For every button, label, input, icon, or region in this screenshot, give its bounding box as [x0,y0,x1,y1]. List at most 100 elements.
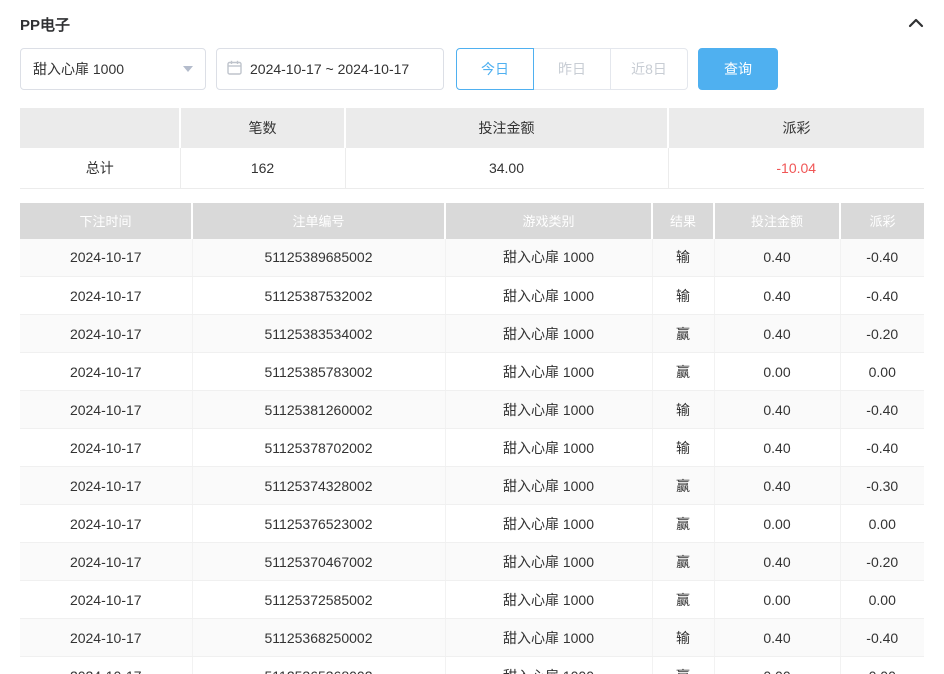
records-header-cell: 下注时间 [20,203,192,239]
ticket-number-cell: 51125381260002 [192,391,445,429]
records-header-cell: 派彩 [840,203,924,239]
page-title: PP电子 [20,14,70,35]
summary-header-cell: 笔数 [180,108,345,148]
table-row: 2024-10-1751125385783002甜入心扉 1000赢0.000.… [20,353,924,391]
ticket-number-cell: 51125376523002 [192,505,445,543]
bet-time-cell: 2024-10-17 [20,581,192,619]
summary-bet-amount: 34.00 [345,148,668,188]
ticket-number-cell: 51125378702002 [192,429,445,467]
payout-cell: 0.00 [840,581,924,619]
bet-amount-cell: 0.40 [714,429,840,467]
filter-bar: 甜入心扉 1000 2024-10-17 ~ 2024-10-17 今日昨日近8… [20,48,924,90]
result-cell: 赢 [652,505,714,543]
quick-filter-today[interactable]: 今日 [456,48,534,90]
payout-cell: 0.00 [840,505,924,543]
calendar-icon [227,60,250,78]
summary-total-row: 总计 162 34.00 -10.04 [20,148,924,188]
game-category-cell: 甜入心扉 1000 [445,429,652,467]
payout-cell: -0.40 [840,239,924,277]
payout-cell: -0.40 [840,429,924,467]
game-select[interactable]: 甜入心扉 1000 [20,48,206,90]
game-category-cell: 甜入心扉 1000 [445,239,652,277]
game-category-cell: 甜入心扉 1000 [445,315,652,353]
records-table: 下注时间注单编号游戏类别结果投注金额派彩 2024-10-17511253896… [20,203,924,674]
ticket-number-cell: 51125370467002 [192,543,445,581]
game-category-cell: 甜入心扉 1000 [445,353,652,391]
table-row: 2024-10-1751125368250002甜入心扉 1000输0.40-0… [20,619,924,657]
game-category-cell: 甜入心扉 1000 [445,505,652,543]
result-cell: 赢 [652,353,714,391]
bet-time-cell: 2024-10-17 [20,543,192,581]
payout-cell: -0.40 [840,391,924,429]
ticket-number-cell: 51125365368002 [192,657,445,674]
bet-time-cell: 2024-10-17 [20,657,192,674]
bet-time-cell: 2024-10-17 [20,429,192,467]
result-cell: 输 [652,277,714,315]
game-category-cell: 甜入心扉 1000 [445,657,652,674]
ticket-number-cell: 51125374328002 [192,467,445,505]
bet-time-cell: 2024-10-17 [20,619,192,657]
records-header-cell: 游戏类别 [445,203,652,239]
bet-amount-cell: 0.00 [714,581,840,619]
result-cell: 赢 [652,315,714,353]
table-row: 2024-10-1751125387532002甜入心扉 1000输0.40-0… [20,277,924,315]
records-header-cell: 结果 [652,203,714,239]
chevron-down-icon [183,66,193,72]
result-cell: 赢 [652,467,714,505]
game-category-cell: 甜入心扉 1000 [445,277,652,315]
summary-count: 162 [180,148,345,188]
bet-amount-cell: 0.40 [714,467,840,505]
ticket-number-cell: 51125368250002 [192,619,445,657]
bet-records-panel: PP电子 甜入心扉 1000 2024-10-17 ~ 2 [0,0,944,674]
records-header-row: 下注时间注单编号游戏类别结果投注金额派彩 [20,203,924,239]
bet-amount-cell: 0.00 [714,657,840,674]
bet-amount-cell: 0.40 [714,315,840,353]
quick-filter-yesterday[interactable]: 昨日 [533,48,611,90]
summary-payout: -10.04 [668,148,924,188]
result-cell: 赢 [652,543,714,581]
chevron-up-icon [908,16,924,32]
ticket-number-cell: 51125372585002 [192,581,445,619]
summary-total-label: 总计 [20,148,180,188]
summary-header-cell: 投注金额 [345,108,668,148]
date-range-value: 2024-10-17 ~ 2024-10-17 [250,61,409,77]
payout-cell: -0.20 [840,543,924,581]
table-row: 2024-10-1751125374328002甜入心扉 1000赢0.40-0… [20,467,924,505]
bet-time-cell: 2024-10-17 [20,505,192,543]
table-row: 2024-10-1751125372585002甜入心扉 1000赢0.000.… [20,581,924,619]
records-header-cell: 投注金额 [714,203,840,239]
payout-cell: -0.20 [840,315,924,353]
quick-filter-group: 今日昨日近8日 [456,48,688,90]
summary-header-cell [20,108,180,148]
bet-amount-cell: 0.40 [714,619,840,657]
payout-cell: 0.00 [840,657,924,674]
result-cell: 赢 [652,657,714,674]
table-row: 2024-10-1751125389685002甜入心扉 1000输0.40-0… [20,239,924,277]
payout-cell: -0.40 [840,619,924,657]
ticket-number-cell: 51125385783002 [192,353,445,391]
result-cell: 赢 [652,581,714,619]
bet-time-cell: 2024-10-17 [20,239,192,277]
game-category-cell: 甜入心扉 1000 [445,391,652,429]
game-category-cell: 甜入心扉 1000 [445,467,652,505]
search-button[interactable]: 查询 [698,48,778,90]
table-row: 2024-10-1751125370467002甜入心扉 1000赢0.40-0… [20,543,924,581]
collapse-button[interactable] [908,16,924,32]
date-range-input[interactable]: 2024-10-17 ~ 2024-10-17 [216,48,444,90]
summary-header-cell: 派彩 [668,108,924,148]
payout-cell: 0.00 [840,353,924,391]
quick-filter-last-8-days[interactable]: 近8日 [610,48,688,90]
game-select-value: 甜入心扉 1000 [33,59,124,79]
bet-time-cell: 2024-10-17 [20,467,192,505]
payout-cell: -0.30 [840,467,924,505]
bet-time-cell: 2024-10-17 [20,277,192,315]
summary-table: 笔数投注金额派彩 总计 162 34.00 -10.04 [20,108,924,189]
ticket-number-cell: 51125389685002 [192,239,445,277]
result-cell: 输 [652,239,714,277]
game-category-cell: 甜入心扉 1000 [445,543,652,581]
table-row: 2024-10-1751125378702002甜入心扉 1000输0.40-0… [20,429,924,467]
bet-time-cell: 2024-10-17 [20,353,192,391]
table-row: 2024-10-1751125383534002甜入心扉 1000赢0.40-0… [20,315,924,353]
panel-header: PP电子 [20,0,924,40]
bet-amount-cell: 0.40 [714,277,840,315]
